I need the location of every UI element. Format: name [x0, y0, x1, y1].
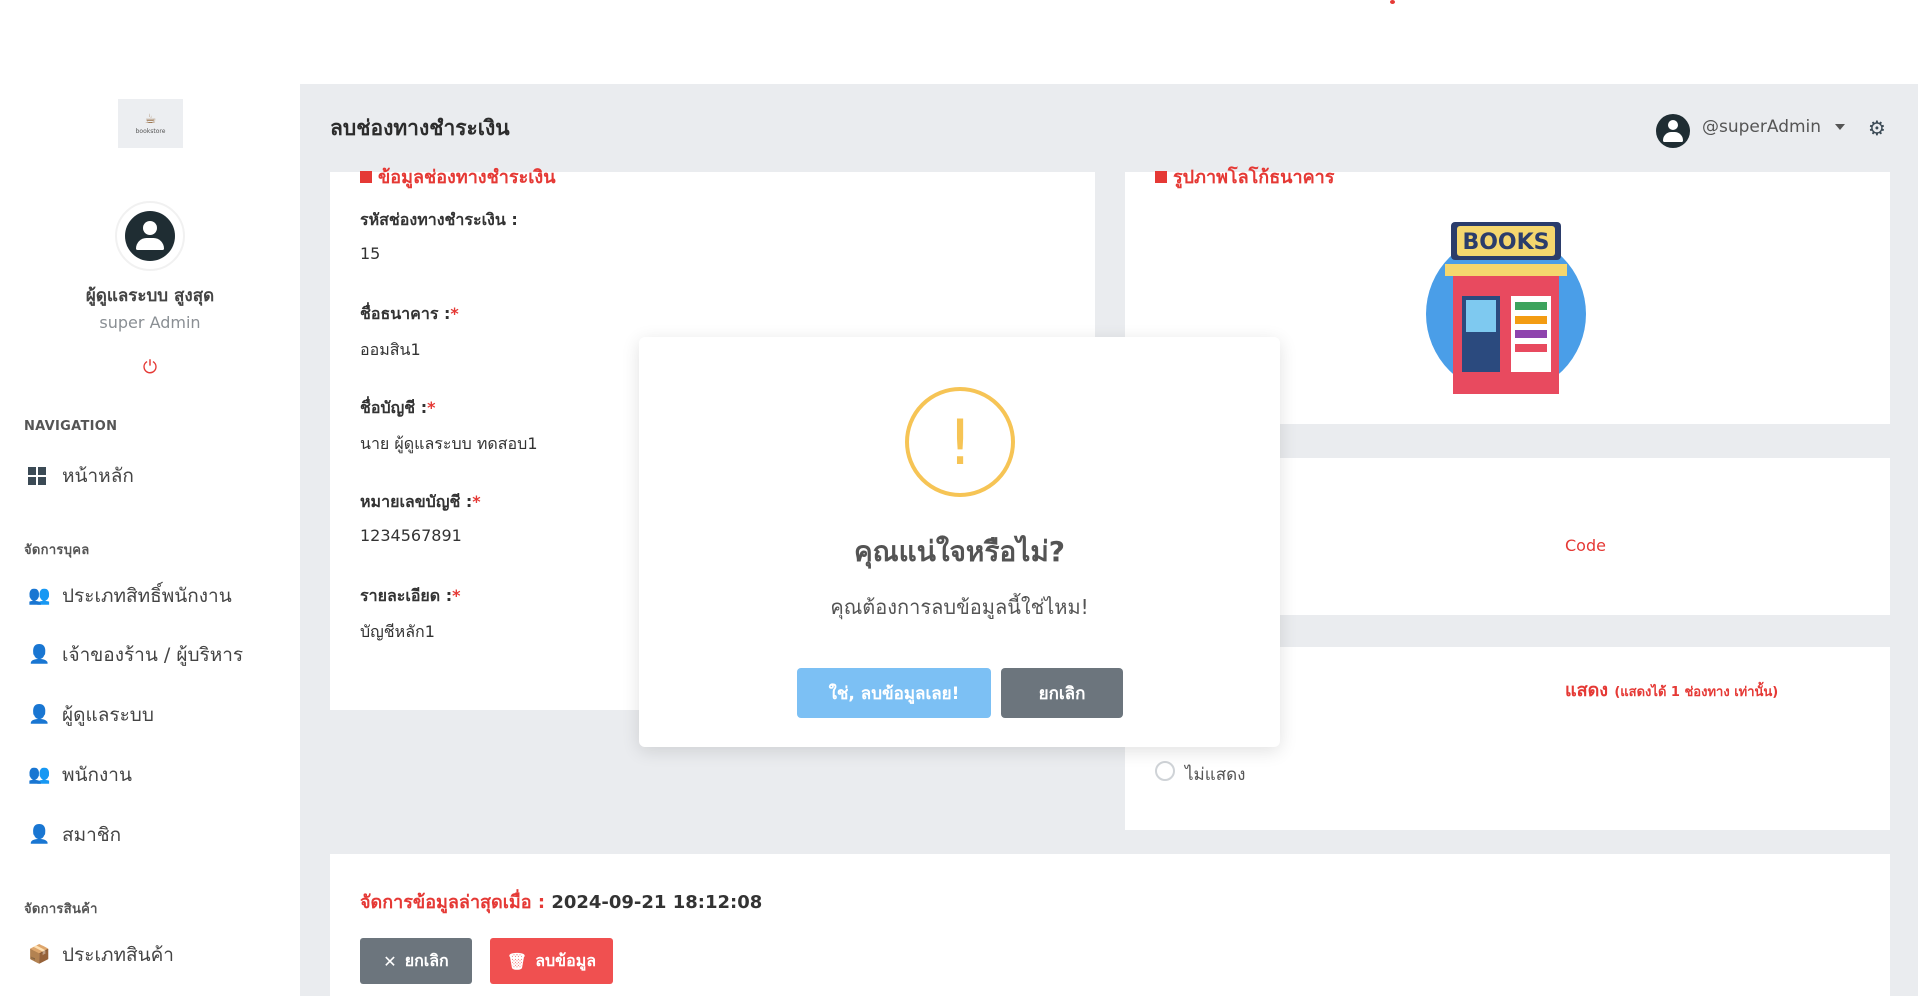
sidebar-item-label: ผู้ดูแลระบบ: [62, 704, 154, 726]
warning-icon: !: [905, 387, 1015, 497]
nav-section-personnel: จัดการบุคล: [24, 543, 90, 558]
sidebar-item-admins[interactable]: 👤 ผู้ดูแลระบบ: [28, 700, 154, 730]
sidebar-item-label: สมาชิก: [62, 824, 122, 846]
users-cog-icon: 👥: [28, 585, 51, 606]
nav-section-products: จัดการสินค้า: [24, 902, 98, 917]
sidebar-item-label: เจ้าของร้าน / ผู้บริหาร: [62, 644, 244, 666]
sidebar-user-name: ผู้ดูแลระบบ สูงสุด: [85, 286, 215, 306]
sidebar-item-owners[interactable]: 👤 เจ้าของร้าน / ผู้บริหาร: [28, 640, 243, 670]
top-header: ลบช่องทางชำระเงิน @superAdmin ⚙: [300, 84, 1918, 172]
user-tie-icon: 👤: [28, 644, 51, 665]
logout-power-icon[interactable]: ⏻: [140, 358, 160, 378]
top-indicator-dot: [1390, 0, 1395, 4]
sidebar-item-label: ประเภทสิทธิ์พนักงาน: [62, 585, 232, 607]
sidebar-item-label: ประเภทสินค้า: [62, 944, 174, 966]
dialog-message: คุณต้องการลบข้อมูลนี้ใช่ไหม!: [830, 595, 1089, 619]
avatar: [115, 201, 185, 271]
sidebar: ☕ bookstore ผู้ดูแลระบบ สูงสุด super Adm…: [0, 84, 300, 996]
logo-text: bookstore: [135, 127, 166, 135]
dialog-cancel-button[interactable]: ยกเลิก: [1001, 668, 1123, 718]
sidebar-item-employees[interactable]: 👥 พนักงาน: [28, 760, 132, 790]
user-menu-toggle[interactable]: @superAdmin: [1702, 117, 1821, 137]
header-avatar-icon[interactable]: [1656, 114, 1690, 148]
sidebar-user-role: super Admin: [99, 313, 201, 332]
confirm-dialog: ! คุณแน่ใจหรือไม่? คุณต้องการลบข้อมูลนี้…: [639, 337, 1280, 747]
user-avatar-icon: [125, 211, 175, 261]
page-title: ลบช่องทางชำระเงิน: [330, 116, 510, 140]
sidebar-item-label: พนักงาน: [62, 764, 132, 786]
sidebar-item-home[interactable]: หน้าหลัก: [28, 461, 134, 491]
sidebar-item-product-types[interactable]: 📦 ประเภทสินค้า: [28, 940, 174, 970]
dialog-title: คุณแน่ใจหรือไม่?: [853, 535, 1066, 568]
app-logo[interactable]: ☕ bookstore: [118, 99, 183, 148]
dashboard-icon: [28, 465, 52, 487]
user-icon: 👤: [28, 824, 51, 845]
nav-section-navigation: NAVIGATION: [24, 419, 118, 434]
book-mug-icon: ☕: [144, 111, 157, 127]
confirm-delete-button[interactable]: ใช่, ลบข้อมูลเลย!: [797, 668, 991, 718]
sidebar-item-employee-roles[interactable]: 👥 ประเภทสิทธิ์พนักงาน: [28, 581, 232, 611]
sidebar-item-members[interactable]: 👤 สมาชิก: [28, 820, 121, 850]
caret-down-icon[interactable]: [1835, 124, 1845, 130]
users-icon: 👥: [28, 764, 51, 785]
gear-icon[interactable]: ⚙: [1868, 116, 1886, 140]
sidebar-item-label: หน้าหลัก: [62, 465, 134, 487]
boxes-icon: 📦: [28, 944, 51, 965]
user-shield-icon: 👤: [28, 704, 51, 725]
